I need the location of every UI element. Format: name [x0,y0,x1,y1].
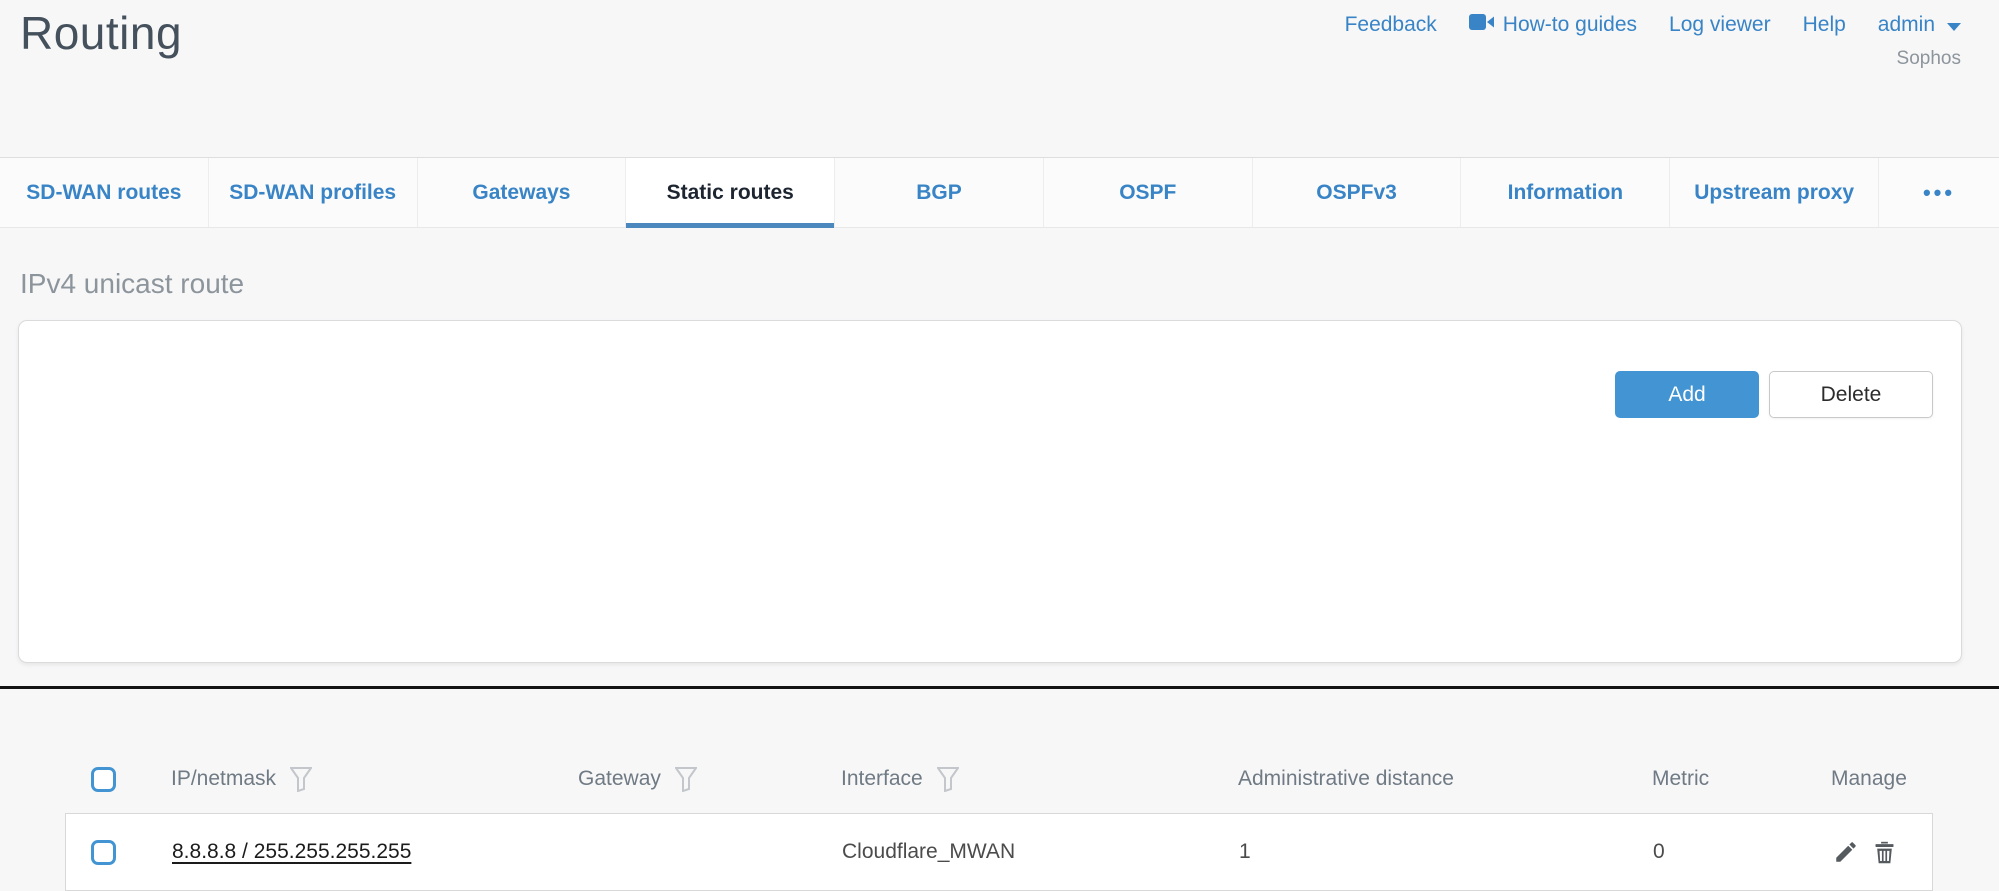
column-label: Administrative distance [1238,767,1454,791]
add-button[interactable]: Add [1615,371,1759,418]
tab-sdwan-routes[interactable]: SD-WAN routes [0,158,209,227]
funnel-icon[interactable] [290,767,312,792]
column-label: Interface [841,767,923,791]
help-link[interactable]: Help [1803,13,1846,37]
column-label: Manage [1831,767,1907,791]
user-menu[interactable]: admin [1878,13,1961,37]
help-label: Help [1803,13,1846,37]
tab-bgp[interactable]: BGP [835,158,1044,227]
ellipsis-icon: ••• [1923,180,1955,206]
pencil-icon[interactable] [1832,838,1860,866]
ipv4-unicast-route-panel: Add Delete IP/netmask Gateway Interface … [18,320,1962,663]
row-checkbox[interactable] [91,840,116,865]
row-cell-interface: Cloudflare_MWAN [828,840,1225,864]
row-cell-ip-netmask: 8.8.8.8 / 255.255.255.255 [158,840,565,864]
tab-static-routes[interactable]: Static routes [626,158,835,227]
log-viewer-link[interactable]: Log viewer [1669,13,1771,37]
tab-ospf[interactable]: OSPF [1044,158,1253,227]
brand-label: Sophos [1897,48,1961,70]
user-menu-label: admin [1878,13,1935,37]
tab-ospfv3[interactable]: OSPFv3 [1253,158,1462,227]
table-header-row: IP/netmask Gateway Interface Administrat… [65,756,1933,802]
table-row: 8.8.8.8 / 255.255.255.255 Cloudflare_MWA… [65,813,1933,891]
row-cell-checkbox [66,840,158,865]
row-cell-metric: 0 [1639,840,1818,864]
page-title: Routing [20,6,182,60]
tab-gateways[interactable]: Gateways [418,158,627,227]
section-title: IPv4 unicast route [20,268,244,300]
tab-strip: SD-WAN routes SD-WAN profiles Gateways S… [0,157,1999,228]
header-cell-checkbox [65,767,157,792]
delete-button[interactable]: Delete [1769,371,1933,418]
row-cell-manage [1818,838,1932,866]
header-cell-ip-netmask: IP/netmask [157,767,564,792]
header-cell-metric: Metric [1638,767,1817,791]
tab-upstream-proxy[interactable]: Upstream proxy [1670,158,1879,227]
more-tabs-button[interactable]: ••• [1879,158,1999,227]
header-cell-administrative-distance: Administrative distance [1224,767,1638,791]
header-cell-manage: Manage [1817,767,1933,791]
table-toolbar: Add Delete [1615,371,1933,418]
header-cell-gateway: Gateway [564,767,827,792]
top-header: Routing Feedback How-to guides Log viewe… [0,0,1999,157]
feedback-link[interactable]: Feedback [1345,13,1437,37]
tab-information[interactable]: Information [1461,158,1670,227]
tab-sdwan-profiles[interactable]: SD-WAN profiles [209,158,418,227]
trash-icon[interactable] [1870,838,1898,866]
funnel-icon[interactable] [937,767,959,792]
column-label: IP/netmask [171,767,276,791]
funnel-icon[interactable] [675,767,697,792]
row-cell-administrative-distance: 1 [1225,840,1639,864]
howto-guides-link[interactable]: How-to guides [1469,12,1637,38]
feedback-link-label: Feedback [1345,13,1437,37]
chevron-down-icon [1947,23,1961,31]
top-nav: Feedback How-to guides Log viewer Help a… [1345,12,1961,38]
header-cell-interface: Interface [827,767,1224,792]
video-camera-icon [1469,12,1495,38]
column-label: Metric [1652,767,1709,791]
howto-guides-label: How-to guides [1503,13,1637,37]
ip-netmask-link[interactable]: 8.8.8.8 / 255.255.255.255 [172,840,411,863]
column-label: Gateway [578,767,661,791]
log-viewer-label: Log viewer [1669,13,1771,37]
select-all-checkbox[interactable] [91,767,116,792]
